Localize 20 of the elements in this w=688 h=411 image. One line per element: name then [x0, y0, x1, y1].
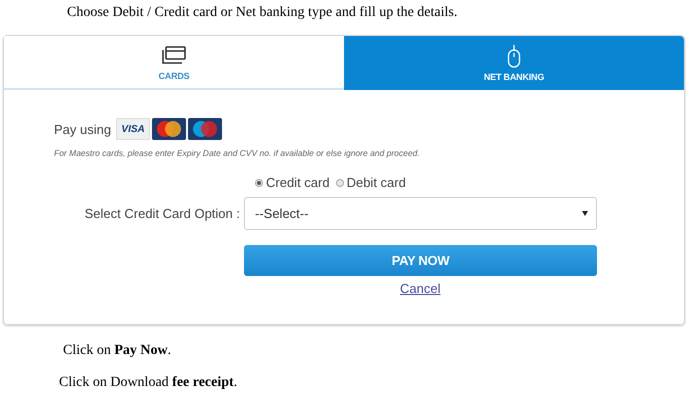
overlapping-circles-logo-icon — [152, 118, 186, 140]
radio-button[interactable] — [255, 178, 263, 186]
instruction-text: Choose Debit / Credit card or Net banking type and fill up the details. — [66, 4, 458, 22]
overlapping-circles-logo-icon — [188, 118, 222, 140]
radio-button[interactable] — [336, 178, 344, 186]
caret-icon — [582, 211, 588, 216]
tab[interactable]: CARDS — [4, 36, 344, 90]
visa-logo-icon: VISA — [116, 118, 150, 140]
card-option-dropdown[interactable]: --Select-- — [244, 197, 597, 230]
maestro-note: For Maestro cards, please enter Expiry Date and CVV no. if available or else ignore and proceed. — [54, 148, 421, 158]
radio-option[interactable]: Debit card — [336, 175, 406, 190]
instruction-text: Click on Download fee receipt. — [58, 374, 238, 391]
card-icon — [162, 46, 186, 64]
option-label: Select Credit Card Option : — [84, 206, 241, 221]
pay-using-label: Pay using — [54, 122, 112, 136]
radio-label: Debit card — [346, 175, 406, 190]
cancel-link[interactable]: Cancel — [400, 281, 440, 296]
instruction-text: Click on Pay Now. — [62, 342, 172, 359]
tab[interactable]: NET BANKING — [344, 36, 684, 90]
mouse-icon — [507, 44, 521, 68]
